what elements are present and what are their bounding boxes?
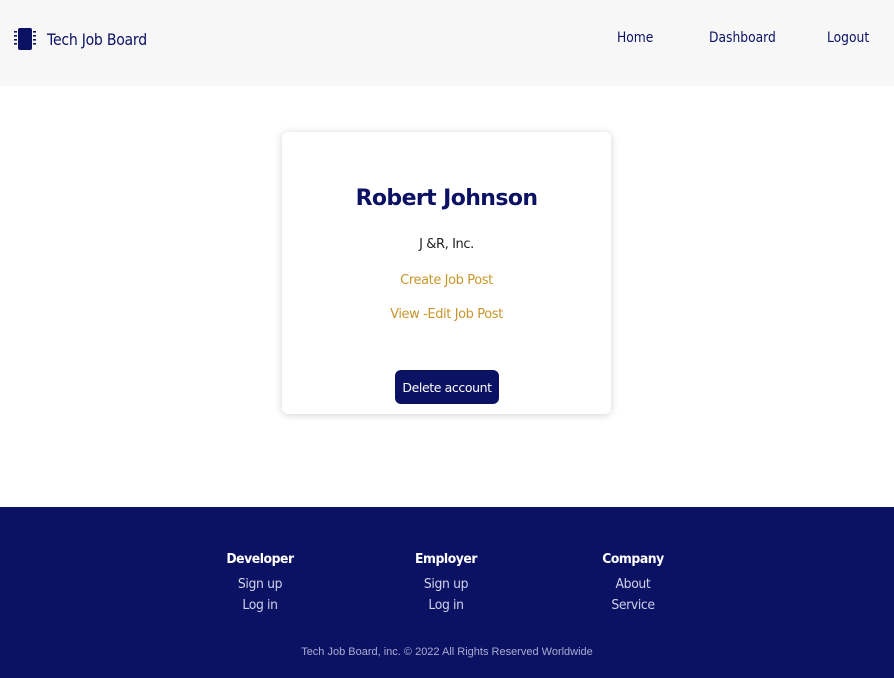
footer: Developer Sign up Log in Employer Sign u… — [0, 507, 894, 678]
footer-column-company: Company About Service — [553, 551, 713, 613]
copyright-text: Tech Job Board, inc. © 2022 All Rights R… — [301, 646, 593, 658]
create-job-post-link[interactable]: Create Job Post — [282, 273, 611, 288]
profile-card: Robert Johnson J &R, Inc. Create Job Pos… — [282, 132, 611, 414]
footer-column-developer: Developer Sign up Log in — [180, 551, 340, 613]
footer-heading-company: Company — [602, 551, 664, 567]
brand-name: Tech Job Board — [47, 29, 147, 49]
navbar: Tech Job Board Home Dashboard Logout — [0, 0, 894, 86]
footer-service-link[interactable]: Service — [559, 597, 706, 613]
nav-logout-link[interactable]: Logout — [827, 30, 869, 46]
view-edit-job-post-link[interactable]: View -Edit Job Post — [282, 307, 611, 322]
nav-dashboard-link[interactable]: Dashboard — [709, 30, 776, 46]
footer-employer-signup-link[interactable]: Sign up — [372, 576, 519, 592]
footer-heading-employer: Employer — [414, 551, 478, 567]
footer-about-link[interactable]: About — [559, 576, 706, 592]
footer-heading-developer: Developer — [226, 551, 294, 567]
footer-developer-signup-link[interactable]: Sign up — [186, 576, 333, 592]
brand-logo-link[interactable]: Tech Job Board — [13, 27, 161, 51]
footer-developer-login-link[interactable]: Log in — [186, 597, 333, 613]
chip-icon — [14, 28, 36, 50]
footer-employer-login-link[interactable]: Log in — [372, 597, 519, 613]
nav-home-link[interactable]: Home — [617, 30, 653, 46]
footer-column-employer: Employer Sign up Log in — [366, 551, 526, 613]
profile-name: Robert Johnson — [355, 186, 538, 211]
delete-account-button[interactable]: Delete account — [395, 370, 499, 404]
company-name: J &R, Inc. — [419, 237, 474, 252]
